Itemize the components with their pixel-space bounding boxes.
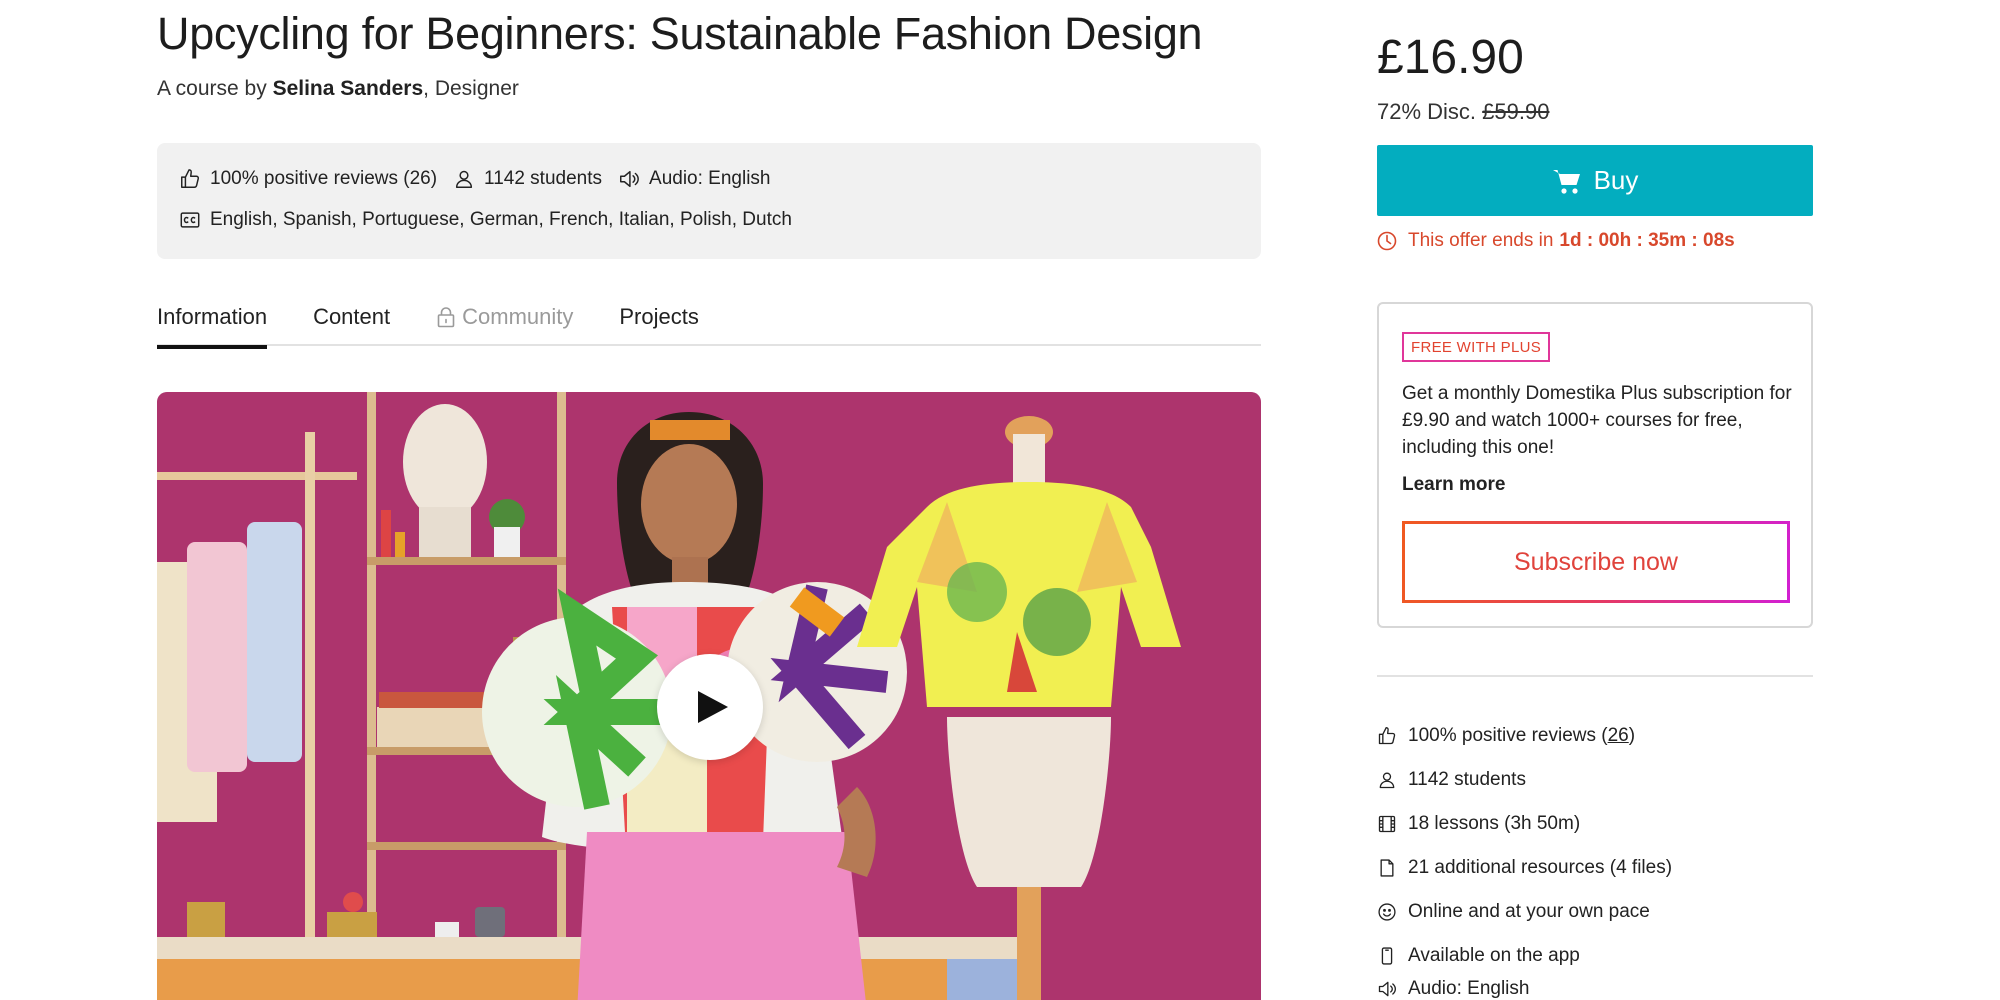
author-role: , Designer — [423, 77, 519, 100]
user-icon — [1379, 772, 1395, 789]
buy-button-label: Buy — [1593, 165, 1639, 195]
tab-information[interactable]: Information — [157, 300, 268, 349]
original-price: £59.90 — [1482, 99, 1550, 124]
feature-lessons-text: 18 lessons (3h 50m) — [1408, 813, 1581, 834]
feature-app-text: Available on the app — [1408, 945, 1580, 966]
closed-captions-icon — [180, 212, 200, 228]
phone-icon — [1381, 947, 1393, 965]
discount-info: 72% Disc. £59.90 — [1377, 99, 1549, 125]
info-row-subtitles: English, Spanish, Portuguese, German, Fr… — [179, 209, 808, 231]
tab-information-label: Information — [157, 304, 268, 329]
offer-countdown: This offer ends in 1d : 00h : 35m : 08s — [1377, 230, 1735, 252]
file-icon — [1380, 859, 1394, 877]
tab-community[interactable]: Community — [436, 300, 573, 346]
plus-description: Get a monthly Domestika Plus subscriptio… — [1402, 383, 1792, 458]
feature-pace: Online and at your own pace — [1377, 901, 1650, 923]
speaker-icon — [620, 170, 639, 188]
tab-community-label: Community — [462, 304, 574, 329]
course-info-box: 100% positive reviews (26) 1142 students… — [157, 143, 1261, 259]
feature-lessons: 18 lessons (3h 50m) — [1377, 813, 1580, 835]
reviews-count-link[interactable]: 26 — [1608, 725, 1629, 747]
course-title: Upcycling for Beginners: Sustainable Fas… — [157, 8, 1203, 59]
feature-students-text: 1142 students — [1408, 769, 1526, 790]
thumbs-up-icon — [1378, 727, 1396, 745]
info-subtitles-text: English, Spanish, Portuguese, German, Fr… — [210, 209, 792, 230]
subscribe-now-button[interactable]: Subscribe now — [1402, 521, 1790, 603]
course-price: £16.90 — [1377, 31, 1524, 84]
thumbs-up-icon — [181, 169, 200, 188]
free-with-plus-badge: FREE WITH PLUS — [1402, 332, 1551, 362]
plus-subscription-card: FREE WITH PLUS Get a monthly Domestika P… — [1377, 302, 1813, 628]
smiley-icon — [1378, 903, 1396, 921]
tab-projects-label: Projects — [619, 304, 699, 329]
feature-audio-text: Audio: English — [1408, 978, 1530, 999]
features-divider — [1377, 675, 1813, 677]
feature-resources: 21 additional resources (4 files) — [1377, 857, 1672, 879]
feature-resources-text: 21 additional resources (4 files) — [1408, 857, 1673, 878]
info-reviews: 100% positive reviews (26) — [179, 168, 437, 190]
play-icon — [698, 691, 728, 723]
subscribe-now-label: Subscribe now — [1514, 547, 1678, 576]
learn-more-link[interactable]: Learn more — [1402, 474, 1505, 496]
feature-audio: Audio: English — [1377, 978, 1529, 1000]
lock-icon — [437, 307, 455, 328]
clock-icon — [1377, 231, 1397, 251]
feature-reviews: 100% positive reviews (26) — [1377, 725, 1635, 747]
course-page: Upcycling for Beginners: Sustainable Fas… — [0, 0, 2000, 1000]
tab-projects[interactable]: Projects — [619, 300, 698, 346]
tab-content-label: Content — [313, 304, 391, 329]
cart-icon — [1552, 169, 1580, 194]
offer-timer: 1d : 00h : 35m : 08s — [1559, 230, 1735, 251]
info-students-text: 1142 students — [484, 168, 603, 189]
feature-app: Available on the app — [1377, 945, 1580, 967]
byline-prefix: A course by — [157, 77, 267, 100]
tab-content[interactable]: Content — [313, 300, 390, 346]
info-subtitles: English, Spanish, Portuguese, German, Fr… — [179, 209, 792, 231]
course-byline: A course by Selina Sanders, Designer — [157, 77, 519, 101]
feature-reviews-prefix: 100% positive reviews ( — [1408, 725, 1608, 746]
course-tabs: Information Content Community Projects — [157, 300, 1261, 349]
buy-button[interactable]: Buy — [1377, 145, 1813, 216]
info-students: 1142 students — [453, 168, 602, 190]
speaker-icon — [1378, 981, 1396, 997]
course-trailer-video[interactable] — [157, 392, 1261, 1000]
film-icon — [1378, 815, 1396, 833]
info-reviews-text: 100% positive reviews (26) — [210, 168, 438, 189]
offer-text: This offer ends in — [1408, 230, 1554, 251]
author-name[interactable]: Selina Sanders — [273, 77, 424, 100]
discount-label: 72% Disc. — [1377, 99, 1477, 124]
feature-reviews-suffix: ) — [1628, 725, 1636, 746]
user-icon — [455, 170, 473, 188]
feature-students: 1142 students — [1377, 769, 1526, 791]
feature-pace-text: Online and at your own pace — [1408, 901, 1650, 922]
play-button[interactable] — [657, 654, 763, 760]
info-audio: Audio: English — [618, 168, 770, 190]
info-audio-text: Audio: English — [649, 168, 771, 189]
info-row-stats: 100% positive reviews (26) 1142 students… — [179, 168, 786, 190]
